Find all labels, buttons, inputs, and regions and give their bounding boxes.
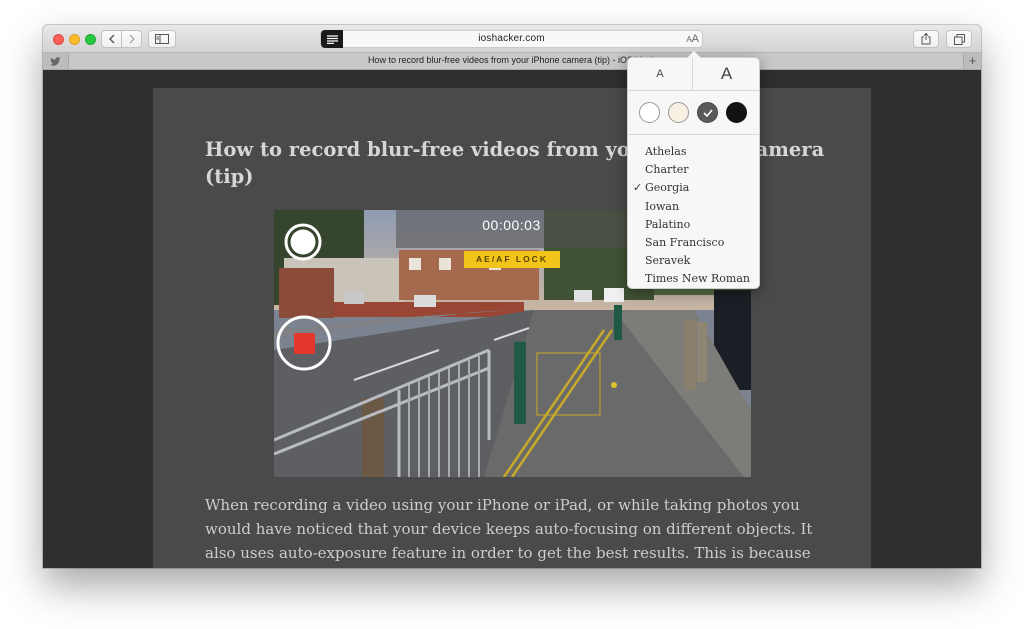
chevron-left-icon	[108, 34, 114, 44]
close-window-button[interactable]	[53, 34, 64, 45]
popover-arrow	[687, 51, 701, 58]
ae-af-lock-badge: AE/AF LOCK	[464, 251, 560, 268]
forward-button[interactable]	[121, 30, 142, 48]
aa-large-label: A	[691, 33, 699, 45]
twitter-bird-icon	[50, 56, 61, 66]
reader-article: How to record blur-free videos from your…	[153, 88, 871, 568]
font-option-athelas[interactable]: Athelas	[628, 143, 759, 161]
share-button[interactable]	[913, 30, 939, 48]
tab-bar: How to record blur-free videos from your…	[43, 53, 981, 70]
fullscreen-window-button[interactable]	[85, 34, 96, 45]
font-option-georgia[interactable]: ✓ Georgia	[628, 179, 759, 197]
pinned-tab-twitter[interactable]	[43, 53, 69, 69]
active-tab-title[interactable]: How to record blur-free videos from your…	[69, 55, 963, 65]
sidebar-toggle-button[interactable]	[148, 30, 176, 48]
selected-font-checkmark: ✓	[633, 181, 643, 195]
font-list: Athelas Charter ✓ Georgia Iowan Palatino …	[628, 143, 759, 289]
web-content: How to record blur-free videos from your…	[43, 70, 981, 568]
theme-night-swatch[interactable]	[726, 102, 747, 123]
back-button[interactable]	[101, 30, 122, 48]
font-size-controls: A A	[628, 58, 759, 91]
minimize-window-button[interactable]	[69, 34, 80, 45]
article-body: When recording a video using your iPhone…	[205, 496, 813, 562]
address-bar[interactable]: ioshacker.com AA	[320, 30, 703, 48]
font-option-times-new-roman[interactable]: Times New Roman	[628, 270, 759, 288]
chevron-right-icon	[129, 34, 135, 44]
checkmark-icon	[702, 108, 713, 117]
show-all-tabs-button[interactable]	[946, 30, 972, 48]
url-text[interactable]: ioshacker.com	[321, 33, 702, 44]
theme-white-swatch[interactable]	[639, 102, 660, 123]
font-option-palatino[interactable]: Palatino	[628, 216, 759, 234]
decrease-font-size-button[interactable]: A	[628, 58, 693, 91]
new-tab-button[interactable]: +	[963, 53, 981, 69]
font-option-seravek[interactable]: Seravek	[628, 252, 759, 270]
theme-sepia-swatch[interactable]	[668, 102, 689, 123]
font-option-san-francisco[interactable]: San Francisco	[628, 234, 759, 252]
share-icon	[921, 33, 931, 45]
increase-font-size-button[interactable]: A	[694, 58, 759, 91]
toolbar: ioshacker.com AA	[43, 25, 981, 53]
reader-appearance-button[interactable]: AA	[686, 32, 699, 47]
font-option-charter[interactable]: Charter	[628, 161, 759, 179]
font-option-iowan[interactable]: Iowan	[628, 198, 759, 216]
reader-appearance-popover: A A Athelas Charter ✓ Georgia Iowan Palat…	[627, 51, 760, 289]
theme-swatches	[628, 91, 759, 135]
safari-window: ioshacker.com AA How to record blur-free…	[43, 25, 981, 568]
recording-timer: 00:00:03	[482, 217, 541, 233]
sidebar-icon	[155, 34, 169, 44]
tabs-overview-icon	[953, 33, 965, 45]
theme-gray-swatch[interactable]	[697, 102, 718, 123]
